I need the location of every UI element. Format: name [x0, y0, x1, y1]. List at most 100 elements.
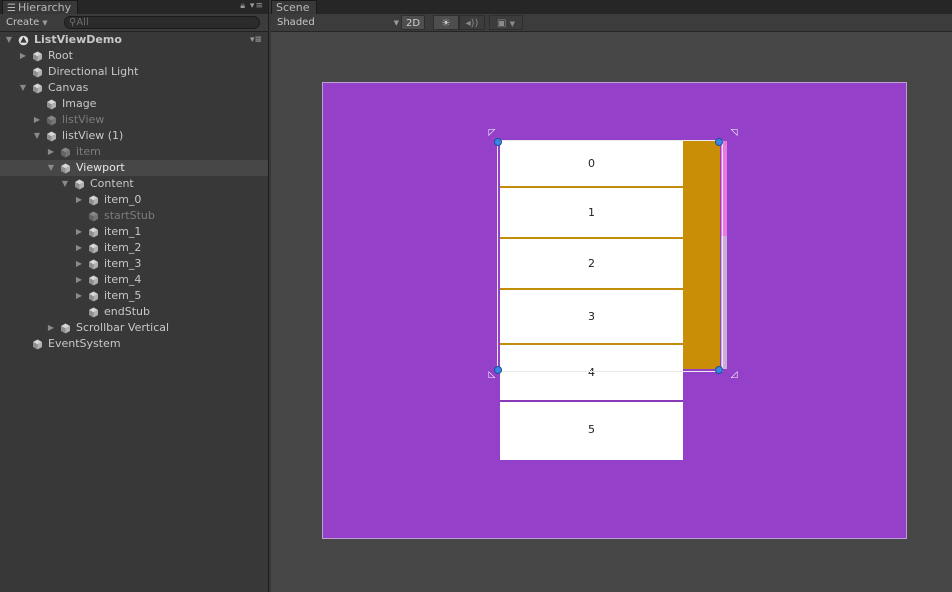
rect-handle-top-left[interactable]: [494, 138, 502, 146]
gameobject-cube-icon: [88, 307, 99, 318]
list-item[interactable]: 3: [500, 290, 683, 345]
tab-scene[interactable]: Scene: [271, 0, 317, 14]
gameobject-cube-icon: [88, 195, 99, 206]
list-item[interactable]: 2: [500, 239, 683, 290]
collapse-arrow-icon[interactable]: ▶: [74, 224, 84, 240]
hierarchy-item[interactable]: ▶ listView: [0, 112, 268, 128]
gameobject-cube-icon: [88, 243, 99, 254]
collapse-arrow-icon[interactable]: ▶: [74, 288, 84, 304]
hierarchy-item-label: item_0: [104, 193, 142, 206]
hierarchy-item[interactable]: ▼ Viewport: [0, 160, 268, 176]
tab-hierarchy-label: Hierarchy: [17, 1, 72, 14]
scrollbar-track[interactable]: [721, 236, 727, 369]
list-item[interactable]: 4: [500, 345, 683, 402]
hierarchy-item[interactable]: ▶ item_0: [0, 192, 268, 208]
search-placeholder: All: [76, 17, 89, 28]
collapse-arrow-icon[interactable]: ▶: [32, 112, 42, 128]
hierarchy-item[interactable]: ▼ listView (1): [0, 128, 268, 144]
collapse-arrow-icon[interactable]: ▶: [46, 320, 56, 336]
hierarchy-item-label: Canvas: [48, 81, 89, 94]
anchor-bottom-left-icon[interactable]: ◺: [487, 370, 497, 380]
hierarchy-toolbar: Create ▼ ⚲All: [0, 14, 268, 32]
hierarchy-item-label: Image: [62, 97, 97, 110]
hierarchy-item[interactable]: ▶ Root: [0, 48, 268, 64]
hierarchy-item-label: Directional Light: [48, 65, 139, 78]
hierarchy-item[interactable]: ▶ item_1: [0, 224, 268, 240]
gameobject-cube-icon: [88, 211, 99, 222]
gameobject-cube-icon: [46, 99, 57, 110]
gameobject-cube-icon: [46, 131, 57, 142]
hierarchy-item[interactable]: ▶ Scrollbar Vertical: [0, 320, 268, 336]
dropdown-arrow-icon: ▼: [509, 20, 516, 28]
dropdown-arrow-icon: ▼: [42, 19, 48, 27]
hierarchy-item[interactable]: ▶ item_2: [0, 240, 268, 256]
hierarchy-item-label: Content: [90, 177, 134, 190]
hierarchy-item[interactable]: ▼ Canvas: [0, 80, 268, 96]
create-button[interactable]: Create ▼: [6, 16, 48, 30]
expand-arrow-icon[interactable]: ▼: [18, 80, 28, 96]
gameobject-cube-icon: [88, 275, 99, 286]
hierarchy-item-label: listView: [62, 113, 105, 126]
gameobject-cube-icon: [32, 67, 43, 78]
search-input[interactable]: ⚲All: [64, 16, 260, 29]
list-item[interactable]: 0: [500, 141, 683, 188]
gameobject-cube-icon: [32, 339, 43, 350]
expand-arrow-icon[interactable]: ▼: [32, 128, 42, 144]
effects-dropdown[interactable]: ▣ ▼: [489, 15, 523, 30]
hierarchy-item[interactable]: startStub: [0, 208, 268, 224]
list-item[interactable]: 5: [500, 402, 683, 460]
list-item-label: 3: [588, 310, 595, 323]
hierarchy-item[interactable]: endStub: [0, 304, 268, 320]
collapse-arrow-icon[interactable]: ▶: [74, 272, 84, 288]
gameobject-cube-icon: [32, 51, 43, 62]
collapse-arrow-icon[interactable]: ▶: [74, 256, 84, 272]
list-view[interactable]: 0 1 2 3 4 5: [500, 141, 683, 460]
mode-2d-button[interactable]: 2D: [401, 15, 425, 30]
expand-arrow-icon[interactable]: ▼: [4, 32, 14, 48]
hierarchy-item[interactable]: ▶ item: [0, 144, 268, 160]
scene-menu-icon[interactable]: ▾≡: [250, 32, 262, 48]
mode-2d-label: 2D: [405, 18, 421, 29]
hierarchy-item[interactable]: Image: [0, 96, 268, 112]
collapse-arrow-icon[interactable]: ▶: [46, 144, 56, 160]
list-item-label: 0: [588, 157, 595, 170]
gameobject-cube-icon: [88, 291, 99, 302]
scrollbar-vertical[interactable]: [683, 141, 720, 369]
hierarchy-item-label: item_2: [104, 241, 142, 254]
collapse-arrow-icon[interactable]: ▶: [74, 192, 84, 208]
collapse-arrow-icon[interactable]: ▶: [18, 48, 28, 64]
hierarchy-item[interactable]: ▶ item_5: [0, 288, 268, 304]
speaker-icon: ◂)): [465, 18, 479, 29]
rect-handle-top-right[interactable]: [715, 138, 723, 146]
scene-tabbar: Scene: [271, 0, 952, 14]
anchor-top-right-icon[interactable]: ◹: [729, 128, 739, 138]
list-item-label: 5: [588, 423, 595, 436]
tab-scene-label: Scene: [276, 1, 310, 14]
lighting-toggle[interactable]: ☀: [433, 15, 459, 30]
shading-mode-dropdown[interactable]: Shaded ▼: [277, 16, 399, 30]
hierarchy-item[interactable]: ▼ Content: [0, 176, 268, 192]
hierarchy-item-label: EventSystem: [48, 337, 121, 350]
list-item[interactable]: 1: [500, 188, 683, 239]
tab-hierarchy[interactable]: ☰ Hierarchy: [2, 0, 79, 14]
rect-handle-bottom-right[interactable]: [715, 366, 723, 374]
shading-mode-label: Shaded: [277, 17, 315, 28]
collapse-arrow-icon[interactable]: ▶: [74, 240, 84, 256]
hierarchy-item-label: item_4: [104, 273, 142, 286]
hierarchy-item[interactable]: EventSystem: [0, 336, 268, 352]
expand-arrow-icon[interactable]: ▼: [46, 160, 56, 176]
panel-lock-icon[interactable]: 🔒︎ ▾≡: [240, 1, 264, 11]
audio-toggle[interactable]: ◂)): [459, 15, 485, 30]
gameobject-cube-icon: [46, 115, 57, 126]
anchor-top-left-icon[interactable]: ◸: [487, 128, 497, 138]
expand-arrow-icon[interactable]: ▼: [60, 176, 70, 192]
hierarchy-item[interactable]: Directional Light: [0, 64, 268, 80]
anchor-bottom-right-icon[interactable]: ◿: [729, 370, 739, 380]
hierarchy-item-label: listView (1): [62, 129, 124, 142]
hierarchy-item[interactable]: ▶ item_4: [0, 272, 268, 288]
image-icon: ▣: [496, 18, 507, 29]
gameobject-cube-icon: [60, 147, 71, 158]
scene-row[interactable]: ▼ ListViewDemo ▾≡: [0, 32, 268, 48]
hierarchy-item[interactable]: ▶ item_3: [0, 256, 268, 272]
scrollbar-handle[interactable]: [721, 141, 727, 236]
